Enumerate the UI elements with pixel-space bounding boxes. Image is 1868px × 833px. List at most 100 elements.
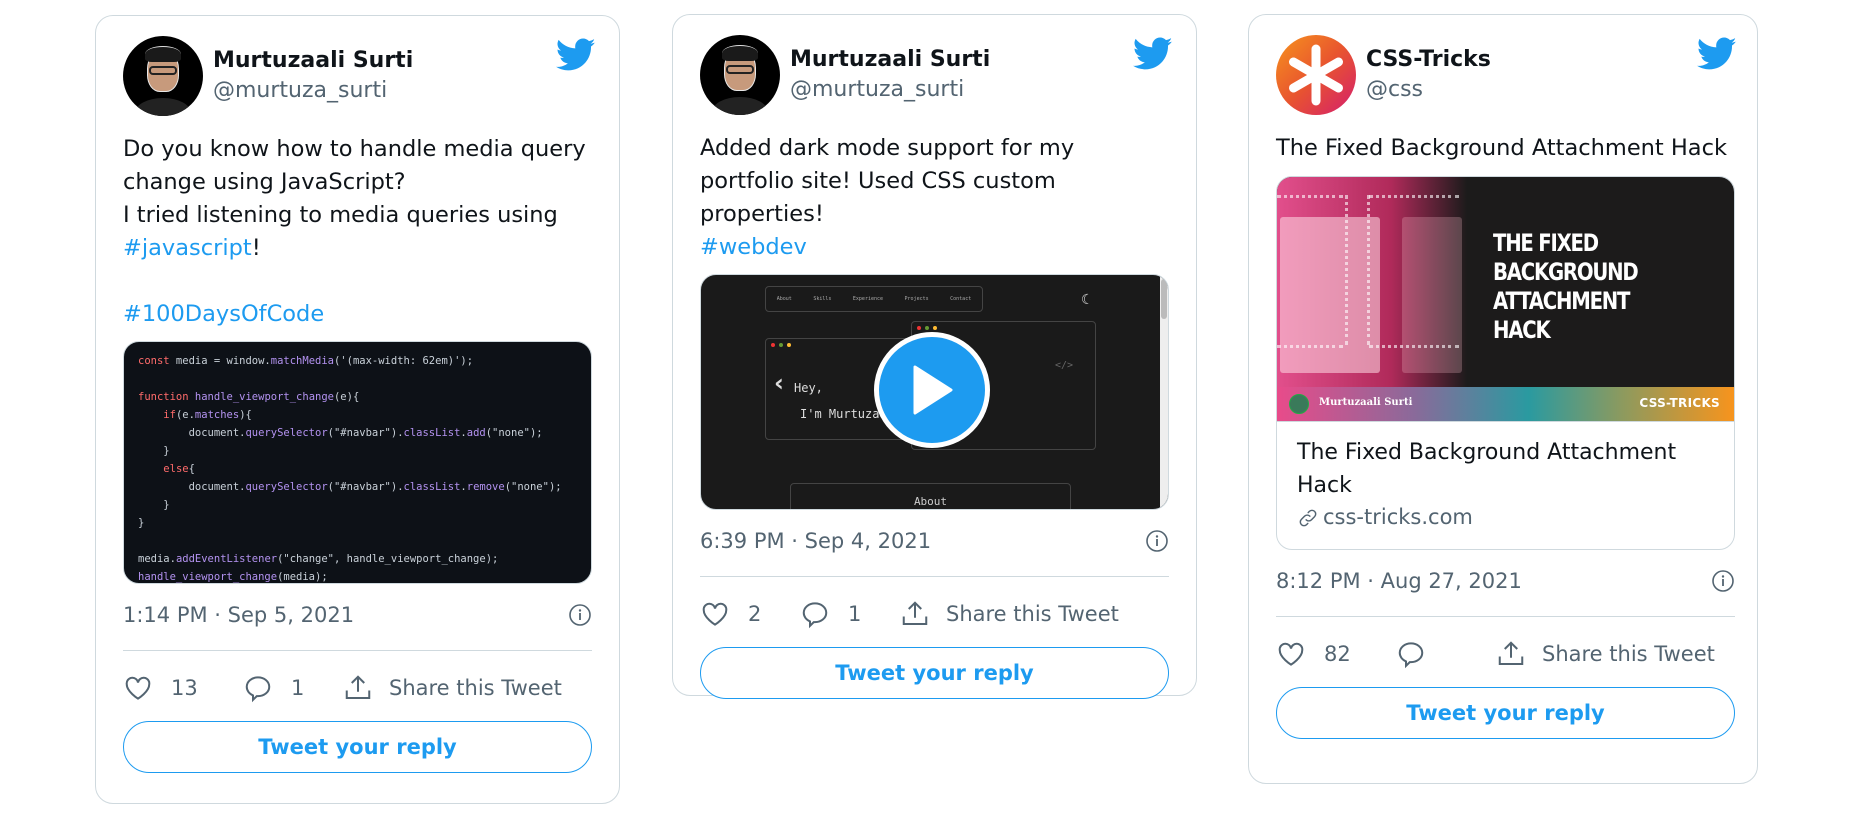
reply-button[interactable]: 1 (800, 599, 900, 629)
tweet-header: CSS-Tricks @css (1276, 35, 1737, 115)
tweet-your-reply-button[interactable]: Tweet your reply (123, 721, 592, 773)
code-line: } (138, 517, 145, 529)
code-line: } (138, 499, 170, 511)
twitter-bird-icon[interactable] (1697, 37, 1737, 71)
moon-icon: ☾ (1081, 292, 1094, 308)
divider (1276, 616, 1735, 617)
twitter-bird-icon[interactable] (1133, 37, 1173, 71)
tweet-text: Added dark mode support for my portfolio… (700, 132, 1169, 264)
like-count: 2 (748, 602, 762, 626)
image-dashes (1277, 195, 1343, 199)
tweet-meta: 6:39 PM · Sep 4, 2021 (700, 524, 1169, 558)
hashtag-link[interactable]: #webdev (700, 234, 807, 260)
author-handle[interactable]: @murtuza_surti (213, 76, 413, 106)
info-icon[interactable] (568, 603, 592, 627)
code-line: } (138, 445, 170, 457)
author-info[interactable]: Murtuzaali Surti @murtuza_surti (790, 45, 990, 105)
chevron-left-icon: ‹ (774, 369, 784, 397)
like-count: 82 (1324, 642, 1351, 666)
code-line: const media = window.matchMedia('(max-wi… (138, 355, 474, 367)
link-preview-card[interactable]: THE FIXED BACKGROUND ATTACHMENT HACK Mur… (1276, 176, 1735, 550)
share-upload-icon (345, 675, 371, 699)
code-line: if(e.matches){ (163, 409, 252, 421)
twitter-bird-icon[interactable] (556, 38, 596, 72)
like-button[interactable]: 82 (1276, 639, 1396, 669)
timestamp-link[interactable]: 1:14 PM · Sep 5, 2021 (123, 603, 354, 627)
window-dots (771, 343, 791, 347)
author-info[interactable]: CSS-Tricks @css (1366, 45, 1491, 105)
code-line: document.querySelector("#navbar").classL… (138, 427, 543, 439)
image-brand: CSS-TRICKS (1639, 396, 1720, 410)
divider (123, 650, 592, 651)
timestamp-link[interactable]: 8:12 PM · Aug 27, 2021 (1276, 569, 1522, 593)
headline-line: BACKGROUND (1493, 258, 1639, 286)
heart-icon (702, 602, 728, 626)
avatar-glasses (149, 66, 177, 75)
hashtag-link[interactable]: #100DaysOfCode (123, 301, 324, 327)
avatar[interactable] (700, 35, 780, 115)
image-pane (1402, 217, 1462, 373)
avatar[interactable] (123, 36, 203, 116)
code-line: function handle_viewport_change(e){ (138, 391, 360, 403)
video-frame-section: About (790, 483, 1071, 509)
heart-icon (1278, 642, 1304, 666)
code-line: document.querySelector("#navbar").classL… (138, 481, 562, 493)
link-icon (1299, 509, 1317, 526)
avatar[interactable] (1276, 35, 1356, 115)
hashtag-link[interactable]: #javascript (123, 235, 252, 261)
play-button[interactable] (874, 332, 990, 448)
info-icon[interactable] (1145, 529, 1169, 553)
tweet-actions: 2 1 Share this Tweet (700, 595, 1169, 633)
tweet-card[interactable]: Murtuzaali Surti @murtuza_surti Do you k… (95, 15, 620, 804)
video-frame-scrollbar (1160, 275, 1168, 509)
like-button[interactable]: 13 (123, 673, 243, 703)
author-info[interactable]: Murtuzaali Surti @murtuza_surti (213, 46, 413, 106)
reply-count: 1 (291, 676, 305, 700)
info-icon[interactable] (1711, 569, 1735, 593)
nav-item: Contact (950, 296, 972, 302)
link-preview-image: THE FIXED BACKGROUND ATTACHMENT HACK Mur… (1277, 177, 1734, 421)
share-label: Share this Tweet (389, 676, 562, 700)
tweet-card[interactable]: Murtuzaali Surti @murtuza_surti Added da… (672, 14, 1197, 699)
image-dashes (1369, 345, 1459, 349)
code-line: media.addEventListener("change", handle_… (138, 553, 499, 565)
author-handle[interactable]: @css (1366, 75, 1491, 105)
window-dots (917, 326, 937, 330)
tweet-text: The Fixed Background Attachment Hack (1276, 135, 1727, 161)
tweet-card[interactable]: CSS-Tricks @css The Fixed Background Att… (1248, 14, 1758, 784)
image-author: Murtuzaali Surti (1319, 397, 1413, 408)
headline-line: ATTACHMENT HACK (1493, 287, 1630, 344)
tweet-your-reply-button[interactable]: Tweet your reply (1276, 687, 1735, 739)
share-button[interactable]: Share this Tweet (900, 599, 1119, 629)
css-tricks-asterisk-icon (1289, 44, 1343, 106)
video-frame-nav: About Skills Experience Projects Contact (765, 286, 983, 312)
video-player[interactable]: About Skills Experience Projects Contact… (700, 274, 1169, 510)
like-button[interactable]: 2 (700, 599, 800, 629)
author-name[interactable]: Murtuzaali Surti (790, 45, 990, 75)
tweet-header: Murtuzaali Surti @murtuza_surti (123, 36, 596, 116)
author-name[interactable]: CSS-Tricks (1366, 45, 1491, 75)
tweet-meta: 8:12 PM · Aug 27, 2021 (1276, 564, 1735, 598)
link-title[interactable]: The Fixed Background Attachment Hack (1297, 436, 1714, 502)
code-screenshot-image[interactable]: const media = window.matchMedia('(max-wi… (123, 341, 592, 584)
divider (700, 576, 1169, 577)
timestamp-link[interactable]: 6:39 PM · Sep 4, 2021 (700, 529, 931, 553)
share-button[interactable]: Share this Tweet (1496, 639, 1715, 669)
reply-bubble-icon (245, 676, 271, 703)
reply-button[interactable]: 1 (243, 673, 343, 703)
share-label: Share this Tweet (1542, 642, 1715, 666)
share-button[interactable]: Share this Tweet (343, 673, 562, 703)
tweet-text: Do you know how to handle media query ch… (123, 133, 592, 331)
tweet-your-reply-button[interactable]: Tweet your reply (700, 647, 1169, 699)
mini-avatar (1289, 394, 1309, 414)
reply-button[interactable] (1396, 639, 1496, 669)
image-pane (1280, 217, 1380, 373)
tweet-text-body: Added dark mode support for my portfolio… (700, 135, 1075, 227)
code-line: handle_viewport_change(media); (138, 571, 328, 583)
nav-item: Projects (904, 296, 929, 302)
author-name[interactable]: Murtuzaali Surti (213, 46, 413, 76)
link-domain[interactable]: css-tricks.com (1297, 502, 1714, 533)
link-preview-body: The Fixed Background Attachment Hack css… (1277, 421, 1734, 549)
author-handle[interactable]: @murtuza_surti (790, 75, 990, 105)
